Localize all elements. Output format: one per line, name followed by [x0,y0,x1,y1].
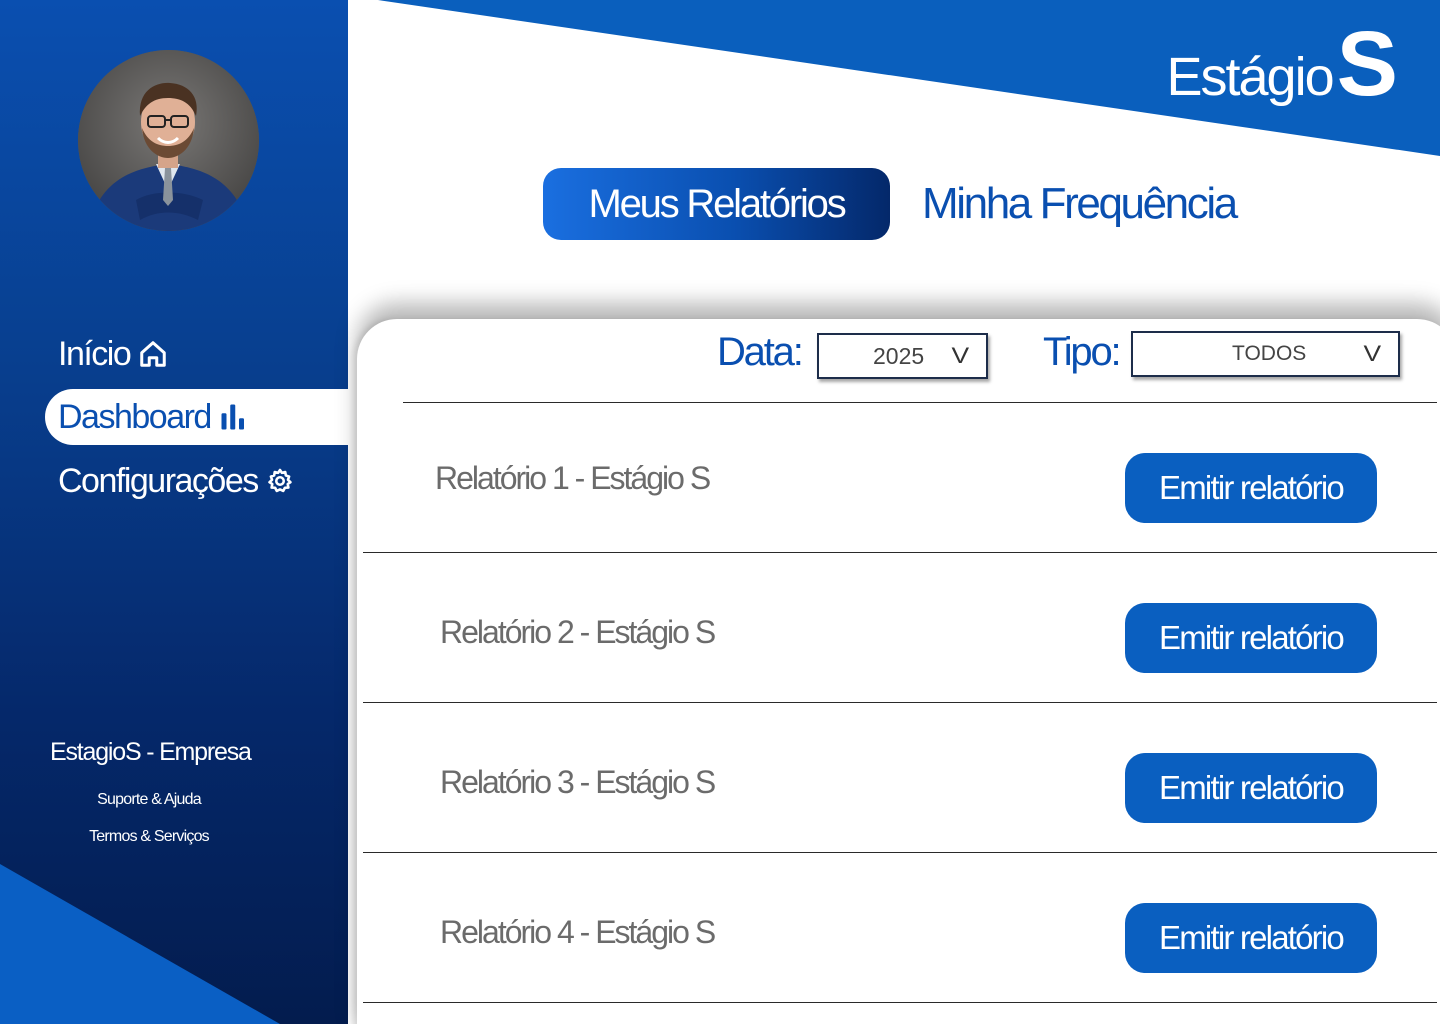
avatar[interactable] [78,50,259,231]
report-title: Relatório 3 - Estágio S [440,764,716,800]
row-divider [363,702,1437,703]
tab-minha-frequencia[interactable]: Minha Frequência [922,168,1238,240]
emit-report-button[interactable]: Emitir relatório [1125,753,1377,823]
nav-label-configuracoes: Configurações [58,461,259,500]
tipo-select-value: TODOS [1232,342,1307,365]
tipo-select[interactable]: TODOS V [1131,331,1400,377]
brand-logo: Estágio S [1167,18,1399,110]
chevron-down-icon: V [1363,341,1382,366]
data-select[interactable]: 2025 V [817,333,988,379]
support-link[interactable]: Suporte & Ajuda [0,791,298,809]
chevron-down-icon: V [951,343,970,368]
home-icon [138,339,168,369]
terms-link[interactable]: Termos & Serviços [0,828,298,846]
data-filter-label: Data: [717,330,804,374]
company-name: EstagioS - Empresa [50,738,252,766]
nav-label-dashboard: Dashboard [58,397,212,436]
sidebar: Início Dashboard Configurações EstagioS … [0,0,348,1024]
row-divider [363,1002,1437,1003]
brand-text: Estágio [1166,47,1335,107]
user-photo [78,50,259,231]
bar-chart-icon [219,402,249,432]
emit-report-button[interactable]: Emitir relatório [1125,903,1377,973]
report-title: Relatório 2 - Estágio S [440,614,716,650]
emit-report-button[interactable]: Emitir relatório [1125,603,1377,673]
sidebar-decoration [0,864,280,1024]
nav-item-configuracoes[interactable]: Configurações [45,453,348,509]
report-title: Relatório 4 - Estágio S [440,914,716,950]
nav-item-inicio[interactable]: Início [45,326,348,382]
row-divider [363,552,1437,553]
tipo-filter-label: Tipo: [1043,330,1122,374]
report-title: Relatório 1 - Estágio S [435,460,711,496]
emit-report-button[interactable]: Emitir relatório [1125,453,1377,523]
gear-icon [266,467,294,495]
nav-item-dashboard[interactable]: Dashboard [45,389,348,445]
nav-label-inicio: Início [58,334,132,373]
filter-divider [403,402,1437,403]
brand-letter: S [1336,13,1398,115]
data-select-value: 2025 [873,342,925,369]
tab-meus-relatorios[interactable]: Meus Relatórios [543,168,890,240]
row-divider [363,852,1437,853]
